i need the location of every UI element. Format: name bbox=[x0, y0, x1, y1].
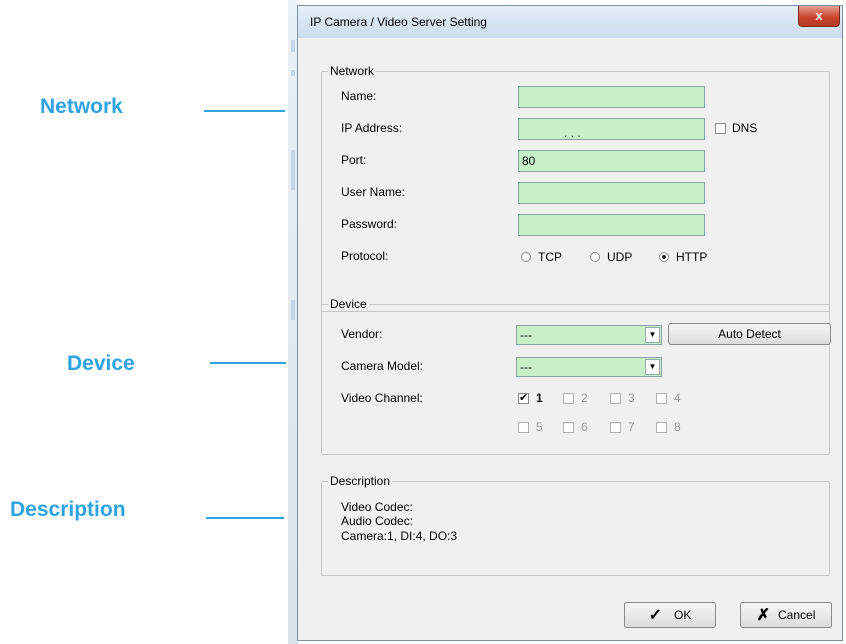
channel-7-label: 7 bbox=[628, 420, 635, 434]
video-codec-text: Video Codec: bbox=[341, 500, 413, 514]
title-bar[interactable]: IP Camera / Video Server Setting x bbox=[298, 6, 842, 38]
protocol-label: Protocol: bbox=[341, 249, 389, 263]
channel-4-label: 4 bbox=[674, 391, 681, 405]
channel-5-checkbox bbox=[518, 422, 529, 433]
channel-6-label: 6 bbox=[581, 420, 588, 434]
close-button[interactable]: x bbox=[798, 6, 840, 27]
dialog-body: Network Name: IP Address: . . . DNS Port… bbox=[304, 38, 836, 636]
channel-8-label: 8 bbox=[674, 420, 681, 434]
user-name-label: User Name: bbox=[341, 185, 406, 199]
ip-dots: . . . bbox=[564, 126, 581, 140]
name-label: Name: bbox=[341, 89, 377, 103]
channel-4-checkbox bbox=[656, 393, 667, 404]
checkmark-icon: ✓ bbox=[648, 606, 663, 624]
tcp-label: TCP bbox=[538, 250, 562, 264]
cancel-label: Cancel bbox=[778, 608, 816, 622]
callout-device: Device bbox=[67, 352, 135, 375]
cancel-button[interactable]: ✗ Cancel bbox=[740, 602, 832, 628]
window-title: IP Camera / Video Server Setting bbox=[310, 15, 487, 29]
close-icon: x bbox=[815, 8, 823, 23]
dns-checkbox[interactable] bbox=[715, 123, 726, 134]
network-group: Network Name: IP Address: . . . DNS Port… bbox=[321, 64, 830, 312]
callout-description-line bbox=[206, 517, 284, 519]
channel-2-checkbox bbox=[563, 393, 574, 404]
chevron-down-icon: ▼ bbox=[645, 359, 660, 375]
vendor-value: --- bbox=[520, 328, 532, 342]
name-input[interactable] bbox=[518, 86, 705, 108]
chevron-down-icon: ▼ bbox=[645, 327, 660, 343]
settings-dialog: IP Camera / Video Server Setting x Netwo… bbox=[297, 5, 843, 641]
camera-model-label: Camera Model: bbox=[341, 359, 424, 373]
password-label: Password: bbox=[341, 217, 398, 231]
auto-detect-button[interactable]: Auto Detect bbox=[668, 323, 831, 345]
port-input[interactable]: 80 bbox=[518, 150, 705, 172]
channel-1-checkbox[interactable] bbox=[518, 391, 529, 404]
channel-5-label: 5 bbox=[536, 420, 543, 434]
udp-label: UDP bbox=[607, 250, 633, 264]
vendor-select[interactable]: --- ▼ bbox=[516, 325, 662, 345]
channel-3-checkbox bbox=[610, 393, 621, 404]
ip-address-label: IP Address: bbox=[341, 121, 403, 135]
auto-detect-label: Auto Detect bbox=[718, 327, 781, 341]
vendor-label: Vendor: bbox=[341, 327, 383, 341]
channel-7-checkbox bbox=[610, 422, 621, 433]
ip-address-input[interactable]: . . . bbox=[518, 118, 705, 140]
ok-label: OK bbox=[674, 608, 692, 622]
audio-codec-text: Audio Codec: bbox=[341, 514, 414, 528]
camera-info-text: Camera:1, DI:4, DO:3 bbox=[341, 529, 458, 543]
port-label: Port: bbox=[341, 153, 367, 167]
channel-1-label: 1 bbox=[536, 391, 543, 405]
description-group-label: Description bbox=[328, 474, 393, 488]
network-group-label: Network bbox=[328, 64, 377, 78]
ok-button[interactable]: ✓ OK bbox=[624, 602, 716, 628]
camera-model-value: --- bbox=[520, 360, 532, 374]
callout-network-line bbox=[204, 110, 285, 112]
channel-2-label: 2 bbox=[581, 391, 588, 405]
channel-8-checkbox bbox=[656, 422, 667, 433]
channel-6-checkbox bbox=[563, 422, 574, 433]
description-group: Description Video Codec: Audio Codec: Ca… bbox=[321, 474, 830, 576]
http-radio[interactable] bbox=[659, 252, 669, 262]
device-group-label: Device bbox=[328, 297, 369, 311]
password-input[interactable] bbox=[518, 214, 705, 236]
callout-device-line bbox=[210, 362, 286, 364]
udp-radio[interactable] bbox=[590, 252, 600, 262]
callout-network: Network bbox=[40, 95, 123, 118]
callout-description: Description bbox=[10, 498, 126, 521]
http-label: HTTP bbox=[676, 250, 708, 264]
x-icon: ✗ bbox=[756, 606, 771, 624]
camera-model-select[interactable]: --- ▼ bbox=[516, 357, 662, 377]
device-group: Device Vendor: --- ▼ Auto Detect Camera … bbox=[321, 297, 831, 455]
user-name-input[interactable] bbox=[518, 182, 705, 204]
video-channel-label: Video Channel: bbox=[341, 391, 423, 405]
tcp-radio[interactable] bbox=[521, 252, 531, 262]
channel-3-label: 3 bbox=[628, 391, 635, 405]
dns-label: DNS bbox=[732, 121, 758, 135]
